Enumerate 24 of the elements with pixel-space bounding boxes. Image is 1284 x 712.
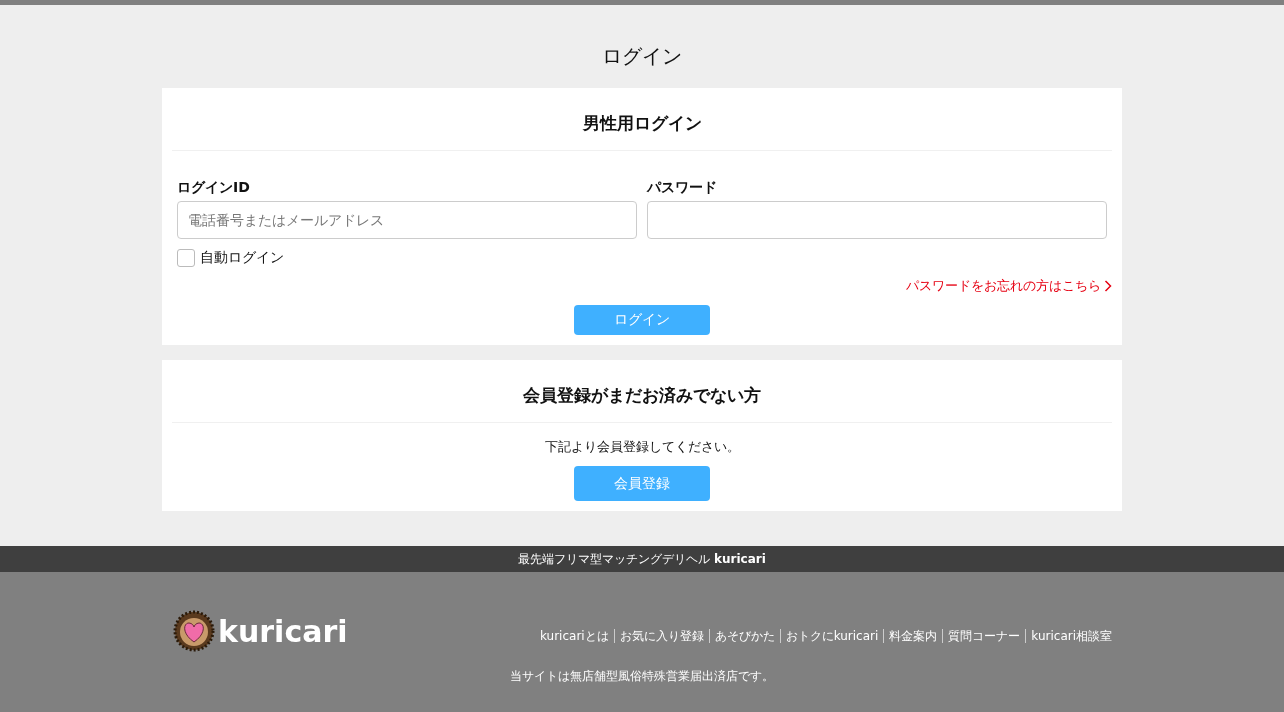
footer-link[interactable]: kuricariとは <box>535 629 614 643</box>
register-button[interactable]: 会員登録 <box>574 466 710 501</box>
auto-login-checkbox[interactable] <box>177 249 195 267</box>
auto-login-label: 自動ログイン <box>200 249 284 267</box>
page-title: ログイン <box>602 43 682 70</box>
login-button[interactable]: ログイン <box>574 305 710 335</box>
card-title: 男性用ログイン <box>172 88 1112 151</box>
chevron-right-icon <box>1104 280 1112 292</box>
footer-notice: 当サイトは無店舗型風俗特殊営業届出済店です。 <box>509 668 775 685</box>
card-title: 会員登録がまだお済みでない方 <box>172 360 1112 423</box>
footer-link[interactable]: あそびかた <box>708 629 780 643</box>
field-label: ログインID <box>177 179 250 197</box>
footer-link[interactable]: お気に入り登録 <box>613 629 709 643</box>
register-text: 下記より会員登録してください。 <box>544 438 740 456</box>
footer-link[interactable]: 質問コーナー <box>942 629 1026 643</box>
logo-text[interactable]: kuricari <box>218 613 348 649</box>
footer-link[interactable]: おトクにkuricari <box>779 629 884 643</box>
field-label: パスワード <box>647 179 717 197</box>
password-field[interactable] <box>647 201 1107 239</box>
forgot-password-link[interactable]: パスワードをお忘れの方はこちら <box>906 277 1101 295</box>
footer-link[interactable]: kuricari相談室 <box>1025 629 1112 643</box>
login-id-field[interactable]: 電話番号またはメールアドレス <box>177 201 637 239</box>
footer-link[interactable]: 料金案内 <box>883 629 943 643</box>
tagline-text: 最先端フリマ型マッチングデリヘル kuricari <box>518 552 766 566</box>
